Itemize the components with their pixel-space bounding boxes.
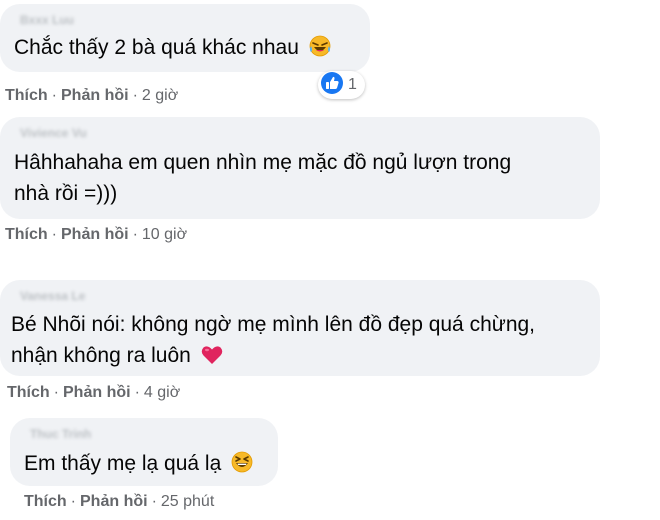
comment-author-blurred: Vanessa Le: [20, 289, 86, 303]
comment-text: Em thấy mẹ lạ quá lạ: [24, 448, 253, 482]
comment-bubble-4: Thuc Trinh Em thấy mẹ lạ quá lạ: [10, 418, 278, 486]
like-link[interactable]: Thích: [7, 384, 50, 401]
comment-author-blurred: Thuc Trinh: [30, 427, 92, 441]
comment-text: Hâhhahaha em quen nhìn mẹ mặc đồ ngủ lượ…: [14, 151, 512, 205]
reply-link[interactable]: Phản hồi: [80, 493, 148, 510]
separator-dot: ·: [132, 87, 138, 104]
like-link[interactable]: Thích: [24, 493, 67, 510]
reply-link[interactable]: Phản hồi: [61, 87, 129, 104]
comment-actions-4: Thích · Phản hồi · 25 phút: [24, 492, 214, 512]
comment-actions-2: Thích · Phản hồi · 10 giờ: [5, 225, 187, 245]
separator-dot: ·: [134, 384, 140, 401]
reply-link[interactable]: Phản hồi: [61, 226, 129, 243]
like-link[interactable]: Thích: [5, 226, 48, 243]
separator-dot: ·: [151, 493, 157, 510]
comment-bubble-3: Vanessa Le Bé Nhõi nói: không ngờ mẹ mìn…: [0, 280, 600, 376]
comment-actions-1: Thích · Phản hồi · 2 giờ: [5, 86, 178, 106]
separator-dot: ·: [70, 493, 76, 510]
comment-text: Bé Nhõi nói: không ngờ mẹ mình lên đồ đẹ…: [11, 309, 535, 374]
red-heart-emoji-icon: [201, 343, 223, 374]
comment-time[interactable]: 25 phút: [161, 493, 214, 510]
comment-time[interactable]: 2 giờ: [142, 87, 178, 104]
grinning-squinting-emoji-icon: [231, 451, 253, 482]
separator-dot: ·: [51, 226, 57, 243]
comment-bubble-2: Vivience Vu Hâhhahaha em quen nhìn mẹ mặ…: [0, 117, 600, 219]
comment-author-blurred: Vivience Vu: [20, 126, 87, 140]
like-icon: [320, 71, 344, 100]
separator-dot: ·: [132, 226, 138, 243]
comment-bubble-1: Bxxx Luu Chắc thấy 2 bà quá khác nhau: [0, 4, 370, 72]
comment-time[interactable]: 4 giờ: [144, 384, 180, 401]
reaction-summary[interactable]: 1: [318, 71, 365, 99]
separator-dot: ·: [51, 87, 57, 104]
like-link[interactable]: Thích: [5, 87, 48, 104]
laughing-tears-emoji-icon: [309, 35, 331, 66]
reply-link[interactable]: Phản hồi: [63, 384, 131, 401]
comment-actions-3: Thích · Phản hồi · 4 giờ: [7, 383, 180, 403]
comment-text: Chắc thấy 2 bà quá khác nhau: [14, 32, 331, 66]
reaction-count: 1: [348, 76, 357, 93]
separator-dot: ·: [53, 384, 59, 401]
comment-time[interactable]: 10 giờ: [142, 226, 187, 243]
comment-author-blurred: Bxxx Luu: [20, 13, 75, 27]
